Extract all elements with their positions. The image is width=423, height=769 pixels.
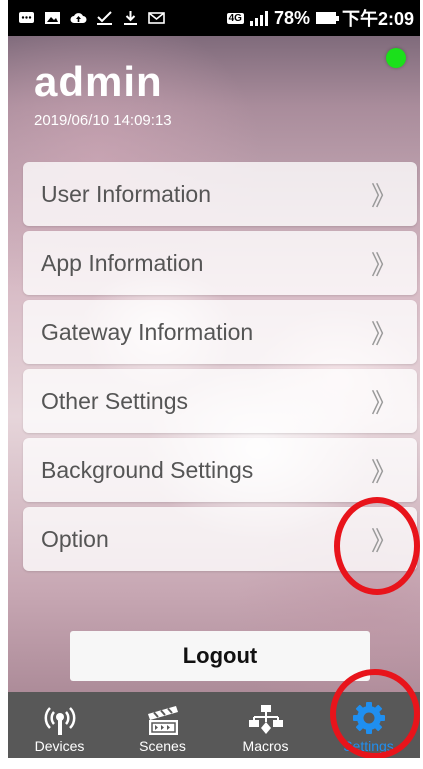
signal-icon — [249, 10, 268, 26]
menu-item-other-settings[interactable]: Other Settings 》 — [23, 369, 417, 433]
menu-item-label: Option — [41, 525, 109, 552]
chevron-right-icon: 》 — [370, 457, 397, 488]
highlight-circle-option-chevron — [334, 497, 420, 595]
tab-label: Scenes — [139, 738, 186, 754]
menu-item-label: Background Settings — [41, 456, 254, 483]
network-type: 4G — [226, 12, 244, 24]
chevron-right-icon: 》 — [370, 181, 397, 212]
flowchart-icon — [248, 705, 283, 734]
menu-item-label: App Information — [41, 249, 204, 276]
menu-item-background-settings[interactable]: Background Settings 》 — [23, 438, 417, 502]
app-screen: 4G 78% 下午2:09 admin 2019/06/10 14:09:13 … — [8, 0, 420, 758]
menu-item-app-information[interactable]: App Information 》 — [23, 231, 417, 295]
check-download-icon — [97, 11, 112, 25]
battery-percent: 78% — [273, 7, 310, 28]
download-icon — [124, 11, 137, 25]
menu-item-label: Other Settings — [41, 387, 189, 414]
login-timestamp: 2019/06/10 14:09:13 — [34, 112, 172, 129]
chat-icon — [19, 12, 34, 23]
mail-icon — [148, 12, 165, 24]
online-status-indicator — [386, 48, 406, 68]
clock: 下午2:09 — [341, 9, 414, 29]
chevron-right-icon: 》 — [370, 319, 397, 350]
tab-label: Macros — [242, 738, 289, 754]
logout-button[interactable]: Logout — [70, 631, 370, 681]
tab-scenes[interactable]: Scenes — [111, 692, 214, 758]
tab-label: Devices — [34, 738, 85, 754]
chevron-right-icon: 》 — [370, 250, 397, 281]
notification-icons — [18, 11, 165, 25]
tab-macros[interactable]: Macros — [214, 692, 317, 758]
battery-icon — [315, 12, 339, 24]
username: admin — [34, 58, 163, 105]
chevron-right-icon: 》 — [370, 388, 397, 419]
menu-item-label: Gateway Information — [41, 318, 254, 345]
highlight-circle-settings-tab — [330, 669, 420, 758]
clapperboard-icon — [147, 706, 178, 735]
cloud-upload-icon — [70, 13, 87, 24]
menu-item-label: User Information — [41, 180, 212, 207]
status-bar: 4G 78% 下午2:09 — [8, 0, 420, 36]
remote-signal-icon — [44, 707, 75, 735]
menu-item-user-information[interactable]: User Information 》 — [23, 162, 417, 226]
image-icon — [45, 12, 60, 24]
menu-item-gateway-information[interactable]: Gateway Information 》 — [23, 300, 417, 364]
tab-devices[interactable]: Devices — [8, 692, 111, 758]
